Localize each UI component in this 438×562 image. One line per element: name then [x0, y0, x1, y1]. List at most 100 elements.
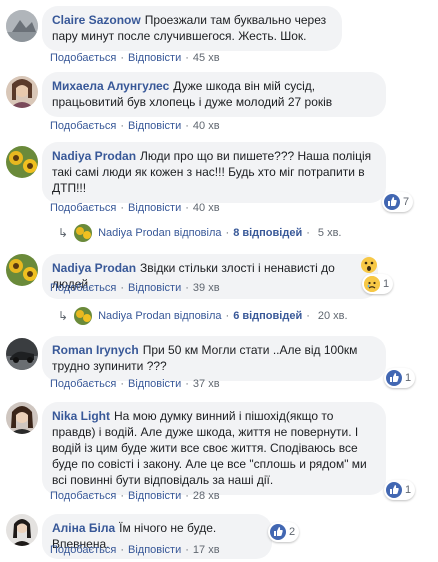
separator: ·: [306, 227, 310, 239]
reply-arrow-icon: ↳: [58, 226, 69, 240]
reaction-count: 7: [403, 196, 410, 208]
separator: ·: [120, 378, 124, 390]
avatar-image: [6, 338, 38, 370]
reaction-summary[interactable]: 1: [362, 274, 394, 294]
comment-bubble: Claire Sazonow Проезжали там буквально че…: [42, 6, 342, 51]
comment-time[interactable]: 28 хв: [193, 490, 220, 502]
like-button[interactable]: Подобається: [50, 120, 116, 132]
avatar-image: [6, 10, 38, 42]
comment: Roman Irynych При 50 км Могли стати ..Але…: [0, 336, 438, 394]
reaction-count: 1: [405, 372, 412, 384]
avatar[interactable]: [6, 254, 38, 286]
separator: ·: [225, 227, 230, 239]
comment-feed: Claire Sazonow Проезжали там буквально че…: [0, 0, 438, 562]
thumbs-up-icon: [386, 482, 402, 498]
reaction-summary[interactable]: 7: [382, 192, 414, 212]
reply-button[interactable]: Відповісти: [128, 202, 181, 214]
comment-bubble: Михаела Алунгулес Дуже шкода він мій сусі…: [42, 72, 386, 117]
separator: ·: [185, 282, 189, 294]
reply-button[interactable]: Відповісти: [128, 52, 181, 64]
reply-arrow-icon: ↳: [58, 309, 69, 323]
separator: ·: [185, 378, 189, 390]
reply-count: 8 відповідей: [233, 227, 303, 239]
avatar[interactable]: [6, 10, 38, 42]
comment-time[interactable]: 37 хв: [193, 378, 220, 390]
separator: ·: [120, 544, 124, 556]
thumbs-up-icon: [384, 194, 400, 210]
separator: ·: [120, 282, 124, 294]
reaction-summary[interactable]: 1: [384, 480, 416, 500]
reply-verb: відповіла: [173, 227, 222, 239]
comment-author[interactable]: Nadiya Prodan: [52, 149, 136, 163]
avatar-image: [6, 146, 38, 178]
comment-actions: Подобається · Відповісти · 28 хв: [50, 490, 220, 502]
reply-button[interactable]: Відповісти: [128, 544, 181, 556]
reply-button[interactable]: Відповісти: [128, 378, 181, 390]
view-replies-link[interactable]: ↳ Nadiya Prodan відповіла · 6 відповідей · 2…: [58, 307, 348, 325]
comment-author[interactable]: Nadiya Prodan: [52, 261, 136, 275]
comment: Аліна Біла Їм нічого не буде. Впевнена. 2…: [0, 514, 438, 560]
comment-author[interactable]: Михаела Алунгулес: [52, 79, 169, 93]
comment: Михаела Алунгулес Дуже шкода він мій сусі…: [0, 72, 438, 134]
comment-author[interactable]: Аліна Біла: [52, 521, 115, 535]
reply-button[interactable]: Відповісти: [128, 120, 181, 132]
separator: ·: [185, 52, 189, 64]
comment-actions: Подобається · Відповісти · 39 хв: [50, 282, 220, 294]
comment-bubble: Roman Irynych При 50 км Могли стати ..Але…: [42, 336, 386, 381]
reaction-summary[interactable]: 1: [384, 368, 416, 388]
avatar-image: [6, 254, 38, 286]
avatar[interactable]: [6, 338, 38, 370]
separator: ·: [120, 490, 124, 502]
separator: ·: [306, 310, 310, 322]
avatar-image: [6, 402, 38, 434]
comment-time[interactable]: 45 хв: [193, 52, 220, 64]
reaction-summary[interactable]: 2: [268, 522, 300, 542]
reaction-count: 1: [383, 278, 390, 290]
thumbs-up-icon: [386, 370, 402, 386]
like-button[interactable]: Подобається: [50, 490, 116, 502]
comment-author[interactable]: Claire Sazonow: [52, 13, 141, 27]
comment-bubble: Nadiya Prodan Люди про що ви пишете??? На…: [42, 142, 386, 203]
separator: ·: [185, 544, 189, 556]
comment-author[interactable]: Roman Irynych: [52, 343, 139, 357]
surprised-emoji-icon: [360, 256, 378, 274]
comment: Nika Light На мою думку винний і пішохід(…: [0, 402, 438, 506]
like-button[interactable]: Подобається: [50, 544, 116, 556]
reply-time: 20 хв.: [317, 310, 348, 322]
avatar-image: [6, 514, 38, 546]
comment-actions: Подобається · Відповісти · 40 хв: [50, 202, 220, 214]
reply-verb: відповіла: [173, 310, 222, 322]
like-button[interactable]: Подобається: [50, 202, 116, 214]
thumbs-up-icon: [270, 524, 286, 540]
separator: ·: [120, 120, 124, 132]
like-button[interactable]: Подобається: [50, 52, 116, 64]
comment-time[interactable]: 40 хв: [193, 120, 220, 132]
separator: ·: [185, 120, 189, 132]
comment-author[interactable]: Nika Light: [52, 409, 110, 423]
comment: Nadiya Prodan Люди про що ви пишете??? На…: [0, 142, 438, 216]
comment: Claire Sazonow Проезжали там буквально че…: [0, 6, 438, 66]
avatar[interactable]: [6, 76, 38, 108]
avatar-image: [6, 76, 38, 108]
separator: ·: [120, 202, 124, 214]
comment-time[interactable]: 39 хв: [193, 282, 220, 294]
comment-time[interactable]: 17 хв: [193, 544, 220, 556]
sad-reaction-icon: [364, 276, 380, 292]
reaction-count: 2: [289, 526, 296, 538]
separator: ·: [185, 202, 189, 214]
like-button[interactable]: Подобається: [50, 378, 116, 390]
like-button[interactable]: Подобається: [50, 282, 116, 294]
comment-time[interactable]: 40 хв: [193, 202, 220, 214]
comment-bubble: Nika Light На мою думку винний і пішохід(…: [42, 402, 386, 495]
reply-avatar: [74, 307, 93, 325]
avatar[interactable]: [6, 514, 38, 546]
reply-author: Nadiya Prodan: [98, 310, 171, 322]
comment-actions: Подобається · Відповісти · 37 хв: [50, 378, 220, 390]
reply-button[interactable]: Відповісти: [128, 490, 181, 502]
view-replies-link[interactable]: ↳ Nadiya Prodan відповіла · 8 відповідей · 5…: [58, 224, 341, 242]
avatar[interactable]: [6, 146, 38, 178]
avatar[interactable]: [6, 402, 38, 434]
separator: ·: [120, 52, 124, 64]
separator: ·: [225, 310, 230, 322]
reply-button[interactable]: Відповісти: [128, 282, 181, 294]
